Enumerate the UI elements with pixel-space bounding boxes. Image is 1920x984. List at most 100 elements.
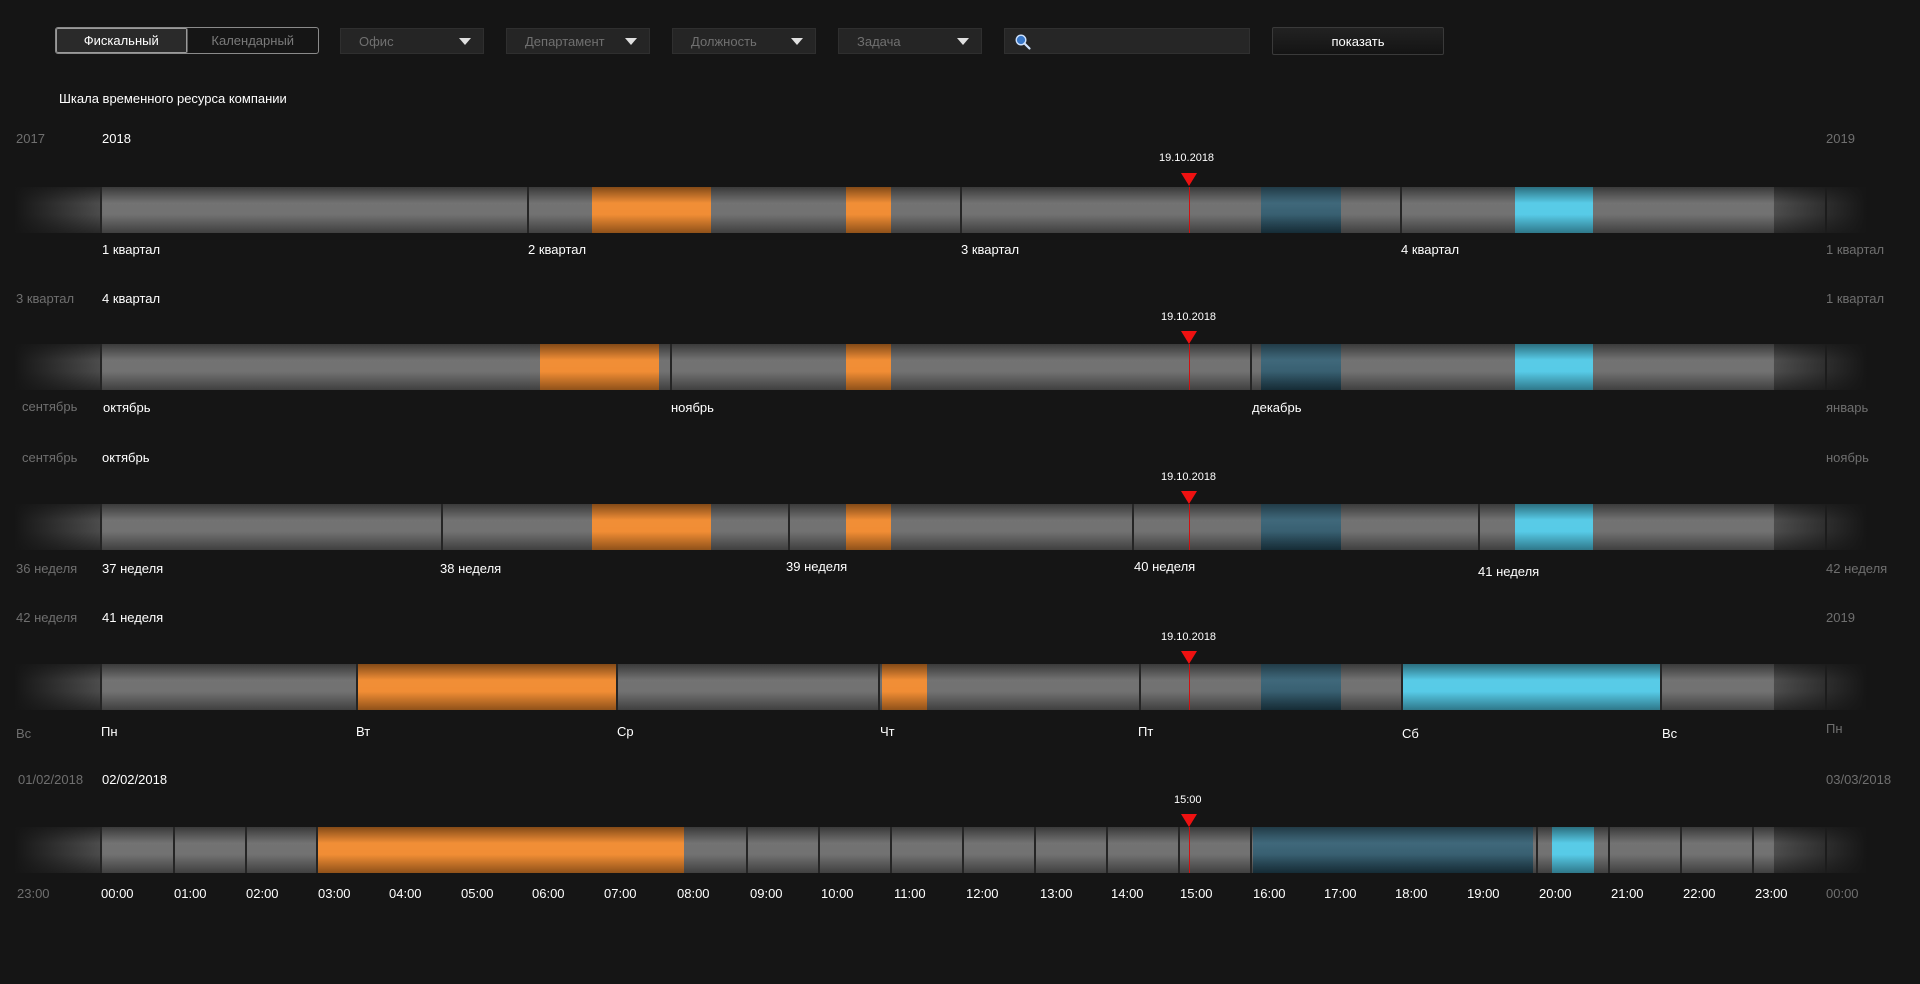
now-date-label: 19.10.2018	[1159, 152, 1215, 164]
resource-block[interactable]	[1253, 827, 1533, 873]
next-period-link[interactable]: 1 квартал	[1826, 291, 1884, 306]
tick-label: 02:00	[246, 886, 279, 901]
page-title: Шкала временного ресурса компании	[59, 91, 287, 106]
tick-label: 17:00	[1324, 886, 1357, 901]
period-divider	[527, 187, 529, 233]
next-tick-label: 00:00	[1826, 886, 1859, 901]
next-period-link[interactable]: 03/03/2018	[1826, 772, 1891, 787]
current-period-label: октябрь	[102, 450, 150, 465]
tick-label: 16:00	[1253, 886, 1286, 901]
prev-period-link[interactable]: 2017	[16, 131, 45, 146]
chevron-down-icon	[625, 38, 637, 45]
tick-label: Чт	[880, 724, 895, 739]
resource-block[interactable]	[1403, 664, 1662, 710]
prev-period-link[interactable]: 42 неделя	[16, 610, 77, 625]
resource-block[interactable]	[846, 187, 891, 233]
next-period-link[interactable]: ноябрь	[1826, 450, 1869, 465]
resource-block[interactable]	[1261, 504, 1341, 550]
current-period-label: 2018	[102, 131, 131, 146]
fade-left	[14, 187, 104, 233]
tick-label: 40 неделя	[1134, 559, 1196, 574]
tick-label: 12:00	[966, 886, 999, 901]
next-period-link[interactable]: 2019	[1826, 610, 1855, 625]
timeline-track[interactable]	[14, 664, 1867, 710]
resource-block[interactable]	[592, 504, 711, 550]
tick-label: 2 квартал	[528, 242, 587, 257]
tick-label: 15:00	[1180, 886, 1213, 901]
resource-block[interactable]	[1515, 504, 1593, 550]
tick-label: октябрь	[103, 400, 151, 415]
period-divider	[818, 827, 820, 873]
resource-block[interactable]	[1515, 187, 1593, 233]
resource-block[interactable]	[540, 344, 659, 390]
current-period-label: 02/02/2018	[102, 772, 168, 787]
timeline-track[interactable]	[14, 504, 1867, 550]
chevron-down-icon	[791, 38, 803, 45]
period-divider	[878, 664, 880, 710]
resource-block[interactable]	[1261, 187, 1341, 233]
timeline-track[interactable]	[14, 827, 1867, 873]
fade-right	[1772, 827, 1867, 873]
resource-block[interactable]	[592, 187, 711, 233]
tick-label: 3 квартал	[961, 242, 1020, 257]
next-period-link[interactable]: 2019	[1826, 131, 1855, 146]
prev-tick-label: сентябрь	[22, 399, 78, 414]
resource-block[interactable]	[316, 827, 684, 873]
resource-block[interactable]	[1261, 664, 1341, 710]
next-tick-label: Пн	[1826, 721, 1843, 736]
tick-label: 13:00	[1040, 886, 1073, 901]
resource-block[interactable]	[358, 664, 618, 710]
now-date-label: 19.10.2018	[1161, 311, 1217, 323]
period-divider	[1034, 827, 1036, 873]
position-dropdown[interactable]: Должность	[672, 28, 816, 54]
timeline-track[interactable]	[14, 187, 1867, 233]
resource-block[interactable]	[1261, 344, 1341, 390]
next-tick-label: 1 квартал	[1826, 242, 1885, 257]
now-marker-icon	[1181, 491, 1197, 504]
now-line	[1189, 504, 1190, 550]
period-divider	[245, 827, 247, 873]
resource-block[interactable]	[882, 664, 927, 710]
tick-label: Пт	[1138, 724, 1154, 739]
period-divider	[788, 504, 790, 550]
fade-left	[14, 344, 104, 390]
task-dropdown[interactable]: Задача	[838, 28, 982, 54]
tick-label: 04:00	[389, 886, 422, 901]
now-date-label: 19.10.2018	[1161, 631, 1217, 643]
show-button[interactable]: показать	[1272, 27, 1444, 55]
prev-period-link[interactable]: сентябрь	[22, 450, 77, 465]
prev-period-link[interactable]: 3 квартал	[16, 291, 74, 306]
resource-block[interactable]	[846, 344, 891, 390]
resource-block[interactable]	[1515, 344, 1593, 390]
timeline-track[interactable]	[14, 344, 1867, 390]
fiscal-toggle-button[interactable]: Фискальный	[56, 28, 188, 53]
now-marker-icon	[1181, 651, 1197, 664]
next-tick-label: 42 неделя	[1826, 561, 1888, 576]
period-divider	[670, 344, 672, 390]
tick-label: 38 неделя	[440, 561, 502, 576]
department-dropdown[interactable]: Департамент	[506, 28, 650, 54]
fade-right	[1772, 344, 1867, 390]
resource-block[interactable]	[1552, 827, 1594, 873]
current-period-label: 4 квартал	[102, 291, 161, 306]
search-input[interactable]	[1035, 31, 1244, 53]
prev-period-link[interactable]: 01/02/2018	[18, 772, 83, 787]
tick-label: 14:00	[1111, 886, 1144, 901]
prev-tick-label: 36 неделя	[16, 561, 78, 576]
tick-label: 11:00	[894, 886, 926, 901]
tick-label: 39 неделя	[786, 559, 848, 574]
office-dropdown[interactable]: Офис	[340, 28, 484, 54]
tick-label: 06:00	[532, 886, 565, 901]
tick-label: 37 неделя	[102, 561, 164, 576]
period-divider	[1608, 827, 1610, 873]
tick-label: ноябрь	[671, 400, 714, 415]
period-divider	[1660, 664, 1662, 710]
period-divider	[173, 827, 175, 873]
prev-tick-label: Вс	[16, 726, 32, 741]
now-date-label: 15:00	[1174, 794, 1202, 806]
tick-label: 01:00	[174, 886, 207, 901]
now-marker-icon	[1181, 814, 1197, 827]
tick-label: 05:00	[461, 886, 494, 901]
calendar-toggle-button[interactable]: Календарный	[188, 28, 319, 53]
resource-block[interactable]	[846, 504, 891, 550]
